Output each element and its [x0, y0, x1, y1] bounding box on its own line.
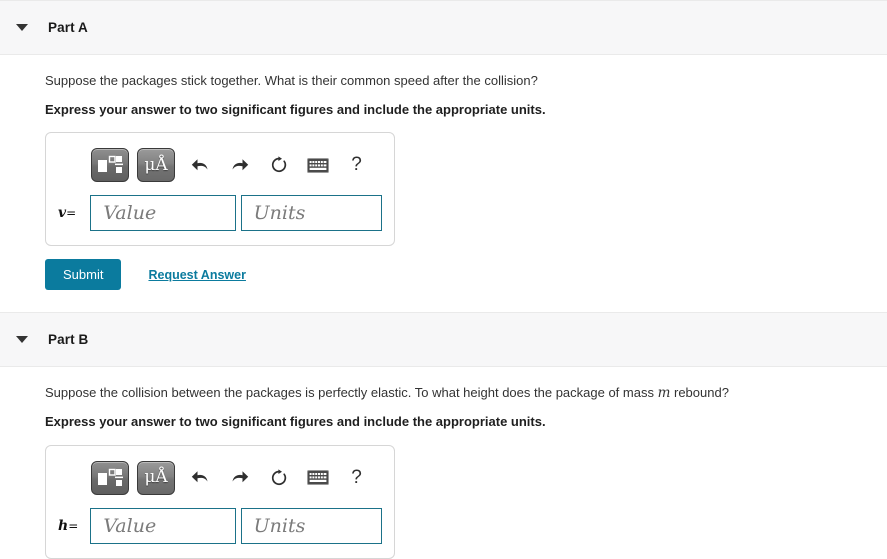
undo-arrow-icon[interactable] [187, 463, 214, 493]
template-icon-button[interactable] [91, 460, 129, 495]
part-b-title: Part B [48, 332, 89, 348]
reset-circular-arrow-icon[interactable] [265, 463, 292, 493]
request-answer-link[interactable]: Request Answer [148, 268, 245, 282]
part-b-input-row: h= Value Units [58, 500, 382, 544]
part-b-instruction: Express your answer to two significant f… [45, 414, 546, 430]
template-icon [98, 468, 123, 486]
units-button-label: μÅ [144, 467, 168, 488]
part-a-value-input[interactable]: Value [90, 195, 236, 232]
part-a-actions: Submit Request Answer [45, 259, 887, 291]
part-b-units-input[interactable]: Units [240, 507, 382, 544]
part-b-variable-label: h= [58, 518, 90, 534]
part-a-input-row: v= Value Units [58, 187, 382, 232]
reset-circular-arrow-icon[interactable] [265, 150, 292, 180]
units-button[interactable]: μÅ [137, 148, 175, 183]
part-b-answer-box: μÅ ? h= Value Units [45, 444, 395, 559]
part-a-variable: v [58, 205, 67, 222]
part-a-toolbar: μÅ ? [58, 143, 382, 187]
part-a-units-placeholder: Units [253, 202, 306, 225]
help-icon[interactable]: ? [343, 463, 370, 493]
redo-arrow-icon[interactable] [226, 463, 253, 493]
part-b-units-placeholder: Units [253, 514, 306, 537]
part-b-question-prefix: Suppose the collision between the packag… [45, 385, 658, 401]
part-a-instruction: Express your answer to two significant f… [45, 101, 546, 117]
part-b-variable: h [58, 517, 69, 534]
part-a-body: Suppose the packages stick together. Wha… [0, 55, 887, 291]
part-a-question: Suppose the packages stick together. Wha… [45, 73, 538, 88]
part-b-value-placeholder: Value [103, 514, 157, 537]
part-b-equals: = [68, 518, 79, 533]
part-a-title: Part A [48, 20, 88, 35]
part-a-value-placeholder: Value [103, 202, 157, 225]
part-b-value-input[interactable]: Value [90, 507, 236, 544]
part-a-equals: = [66, 206, 77, 221]
part-b-toolbar: μÅ ? [58, 456, 382, 500]
redo-arrow-icon[interactable] [226, 150, 253, 180]
part-b-question-math: m [657, 385, 671, 402]
keyboard-icon[interactable] [304, 150, 331, 180]
submit-button[interactable]: Submit [45, 259, 122, 291]
part-a-units-input[interactable]: Units [240, 195, 382, 232]
part-a-header[interactable]: Part A [0, 0, 887, 55]
part-b-body: Suppose the collision between the packag… [0, 367, 887, 559]
chevron-down-icon[interactable] [16, 24, 28, 31]
help-icon[interactable]: ? [343, 150, 370, 180]
template-icon-button[interactable] [91, 148, 129, 183]
template-icon [98, 155, 123, 174]
part-b-question: Suppose the collision between the packag… [45, 367, 887, 402]
part-b-header[interactable]: Part B [0, 312, 887, 368]
keyboard-icon[interactable] [304, 463, 331, 493]
part-a-variable-label: v= [58, 205, 90, 221]
undo-arrow-icon[interactable] [187, 150, 214, 180]
part-a-answer-box: μÅ ? v= Value Units [45, 132, 395, 247]
units-button-label: μÅ [144, 154, 168, 175]
units-button[interactable]: μÅ [137, 460, 175, 495]
chevron-down-icon[interactable] [16, 336, 28, 344]
part-b-question-suffix: rebound? [670, 385, 729, 401]
